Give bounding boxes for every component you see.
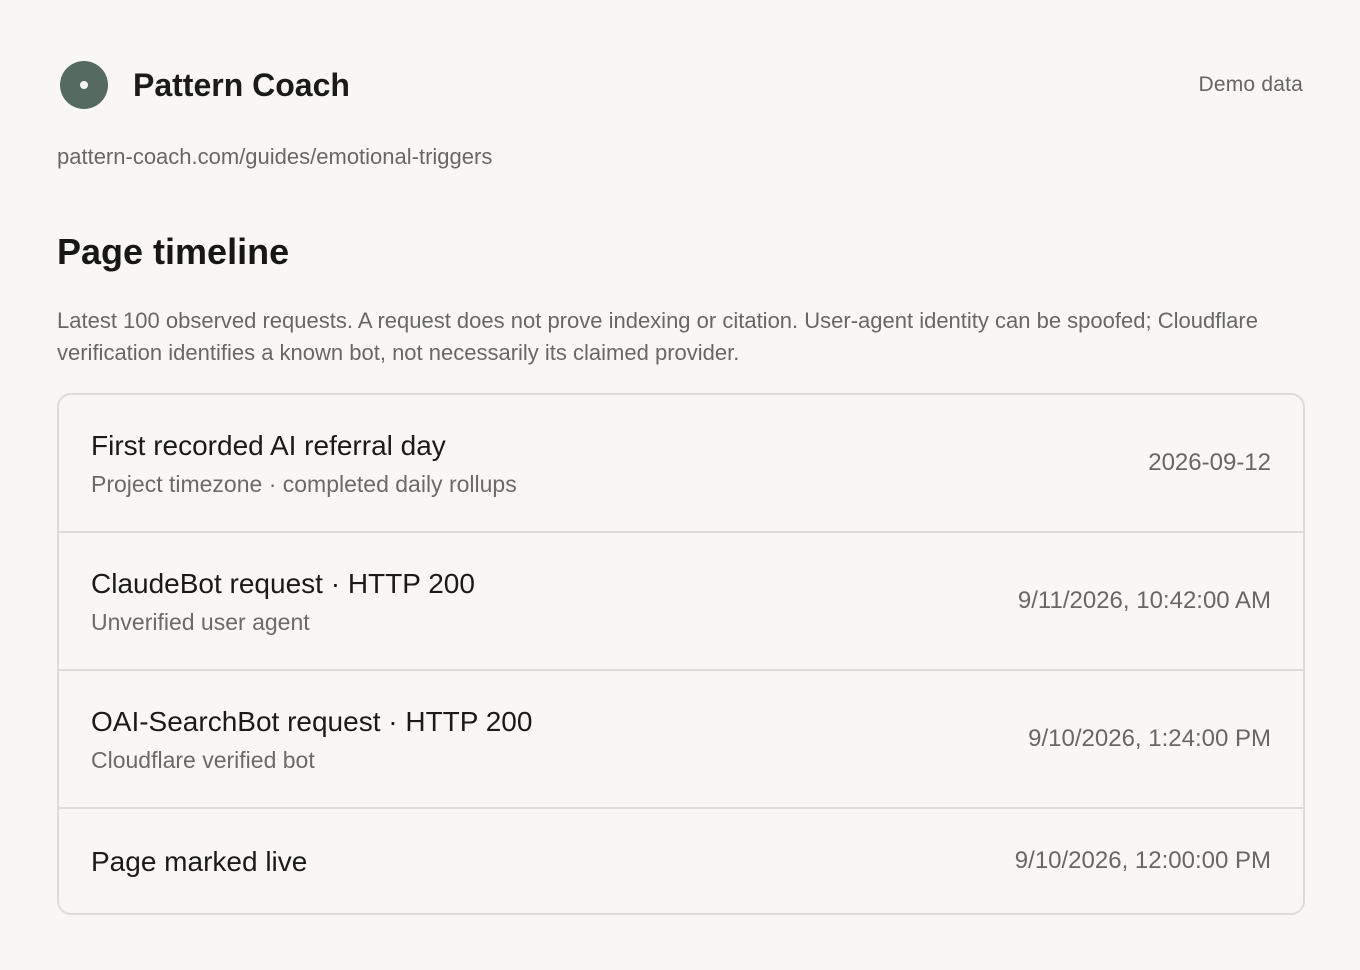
timeline-event-subtitle: Unverified user agent xyxy=(91,608,310,635)
timeline-item-claudebot-request: ClaudeBot request · HTTP 200 Unverified … xyxy=(59,533,1303,671)
timeline-event-time: 9/10/2026, 1:24:00 PM xyxy=(1028,725,1271,752)
page-timeline-title: Page timeline xyxy=(57,231,290,272)
timeline-event-title: ClaudeBot request · HTTP 200 xyxy=(91,567,475,599)
timeline-event-details: ClaudeBot request · HTTP 200 Unverified … xyxy=(91,566,475,637)
page-url: pattern-coach.com/guides/emotional-trigg… xyxy=(57,144,493,169)
brand-name: Pattern Coach xyxy=(133,66,350,103)
timeline-event-subtitle: Cloudflare verified bot xyxy=(91,746,315,773)
timeline-event-time: 9/11/2026, 10:42:00 AM xyxy=(1017,587,1271,614)
brand: Pattern Coach xyxy=(57,61,350,109)
timeline-event-time: 2026-09-12 xyxy=(1148,449,1271,476)
app-header: Pattern Coach Demo data xyxy=(57,60,1303,110)
timeline-event-title: First recorded AI referral day xyxy=(91,429,446,461)
timeline-list: First recorded AI referral day Project t… xyxy=(57,393,1305,915)
radio-dot-icon xyxy=(60,61,108,109)
timeline-event-details: Page marked live xyxy=(91,844,307,879)
timeline-item-page-marked-live: Page marked live 9/10/2026, 12:00:00 PM xyxy=(59,809,1303,913)
timeline-description: Latest 100 observed requests. A request … xyxy=(57,308,1258,365)
timeline-item-oai-searchbot-request: OAI-SearchBot request · HTTP 200 Cloudfl… xyxy=(59,671,1303,809)
timeline-event-details: OAI-SearchBot request · HTTP 200 Cloudfl… xyxy=(91,704,532,775)
timeline-event-title: OAI-SearchBot request · HTTP 200 xyxy=(91,705,533,737)
timeline-event-title: Page marked live xyxy=(91,845,308,877)
timeline-event-subtitle: Project timezone · completed daily rollu… xyxy=(91,470,517,497)
timeline-event-time: 9/10/2026, 12:00:00 PM xyxy=(1014,847,1271,874)
timeline-event-details: First recorded AI referral day Project t… xyxy=(91,428,517,499)
timeline-item-first-ai-referral: First recorded AI referral day Project t… xyxy=(59,395,1303,533)
demo-data-label: Demo data xyxy=(1198,73,1303,96)
